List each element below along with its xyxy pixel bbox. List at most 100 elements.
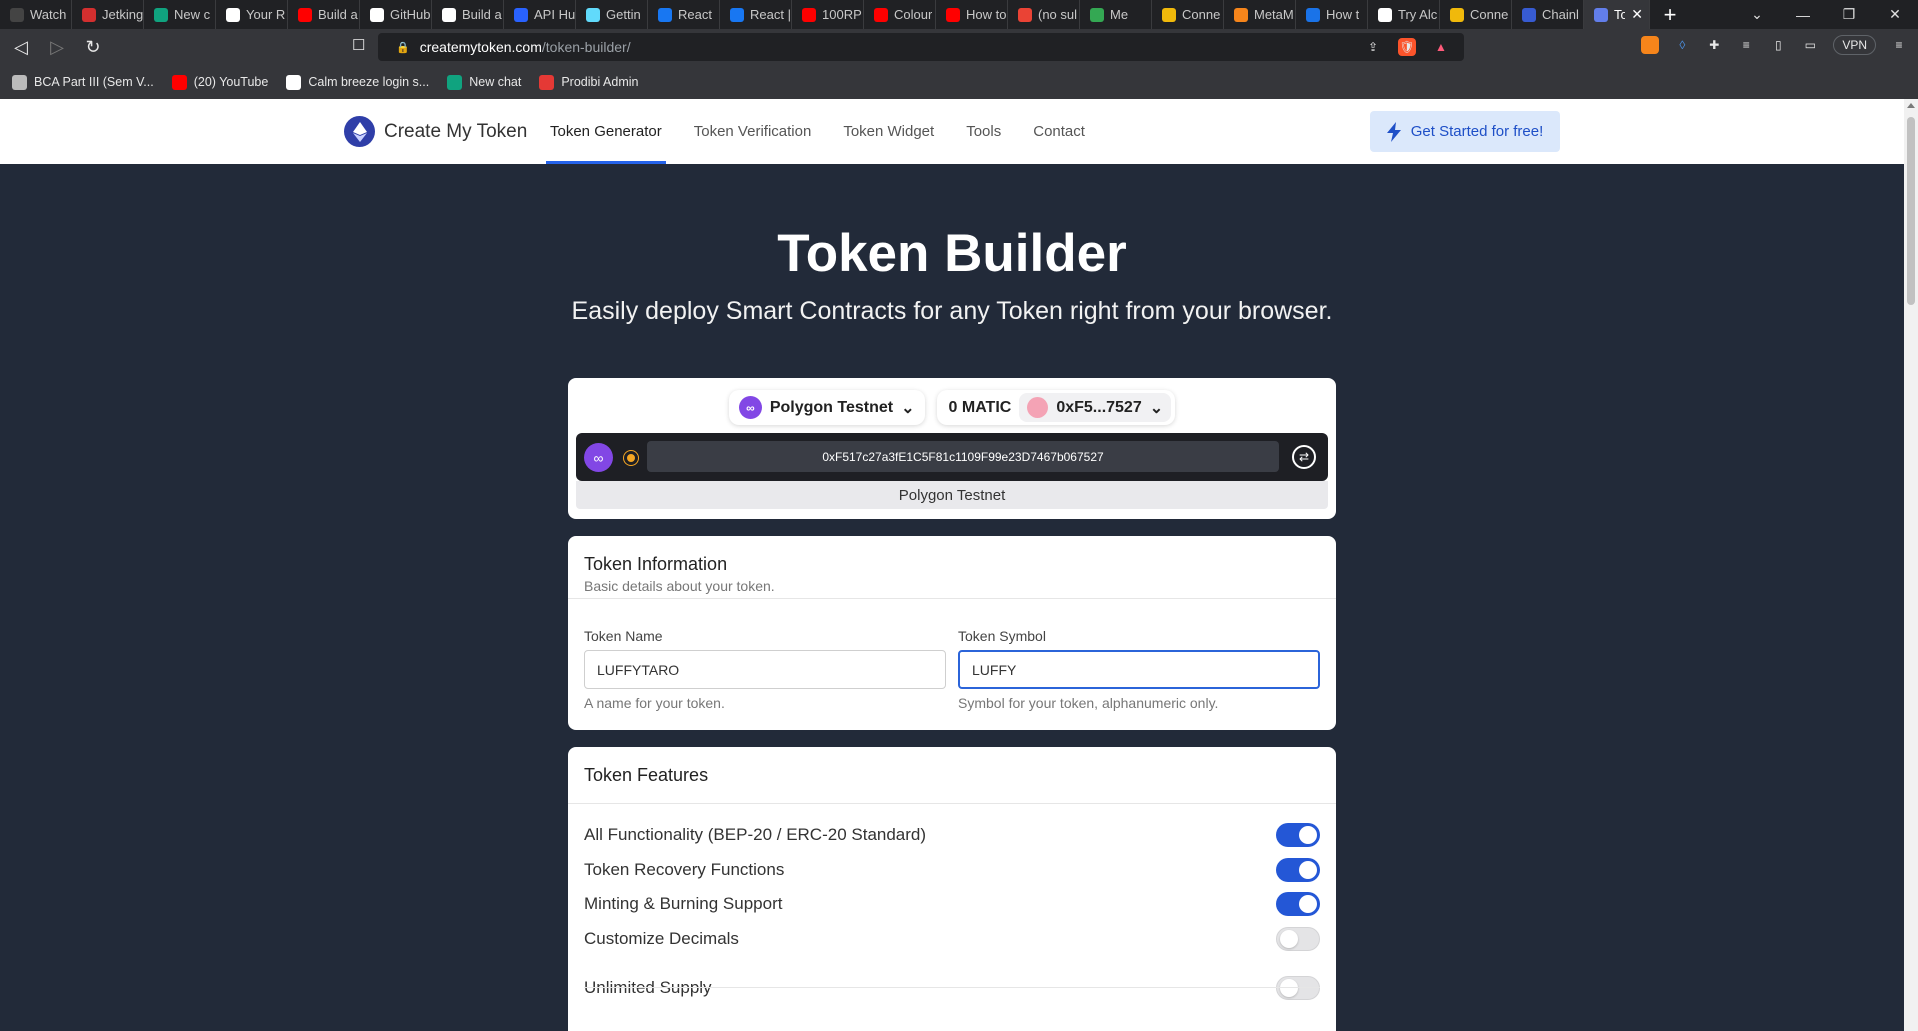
token-symbol-field: Token Symbol Symbol for your token, alph… xyxy=(958,628,1320,711)
feature-toggle[interactable] xyxy=(1276,892,1320,916)
restore-button[interactable]: ❐ xyxy=(1826,6,1872,23)
token-symbol-input[interactable] xyxy=(958,650,1320,689)
feature-toggle[interactable] xyxy=(1276,823,1320,847)
lock-icon: 🔒 xyxy=(396,41,410,54)
section-title: Token Information xyxy=(584,554,728,574)
tab-favicon-icon xyxy=(946,7,960,22)
switch-network-icon[interactable]: ⇄ xyxy=(1292,445,1316,469)
share-icon[interactable]: ⇪ xyxy=(1364,38,1382,56)
bookmark-item[interactable]: (20) YouTube xyxy=(171,74,268,90)
tab[interactable]: Build a xyxy=(432,0,504,29)
wallet-card: ∞ Polygon Testnet ⌄ 0 MATIC 0xF5...7527 … xyxy=(568,378,1336,519)
token-name-label: Token Name xyxy=(584,628,663,644)
scroll-up-icon[interactable] xyxy=(1907,103,1915,108)
tab-title: Conne xyxy=(1470,7,1509,22)
vpn-button[interactable]: VPN xyxy=(1833,35,1876,55)
account-chip[interactable]: 0xF5...7527 ⌄ xyxy=(1019,393,1172,422)
feature-label: Customize Decimals xyxy=(584,929,739,948)
tab[interactable]: MetaM xyxy=(1224,0,1296,29)
bookmark-item[interactable]: Calm breeze login s... xyxy=(286,74,429,90)
close-window-button[interactable]: ✕ xyxy=(1872,6,1918,23)
close-tab-icon[interactable]: ✕ xyxy=(1631,6,1649,23)
bookmark-item[interactable]: Prodibi Admin xyxy=(539,74,638,90)
tab-favicon-icon xyxy=(370,7,384,22)
bookmark-item[interactable]: BCA Part III (Sem V... xyxy=(12,74,154,90)
brave-shield-icon[interactable]: 🛡 xyxy=(1398,38,1416,56)
tab[interactable]: Try Alc xyxy=(1368,0,1440,29)
forward-button[interactable]: ▷ xyxy=(42,32,72,62)
page-scrollbar[interactable] xyxy=(1904,99,1918,1031)
wallet-drop-icon[interactable]: ◊ xyxy=(1673,36,1691,54)
tab[interactable]: Build a xyxy=(288,0,360,29)
tab[interactable]: New c xyxy=(144,0,216,29)
tab-title: Tol xyxy=(1614,7,1625,22)
tab[interactable]: Colour xyxy=(864,0,936,29)
wallet-icon[interactable]: ▭ xyxy=(1801,36,1819,54)
feature-toggle[interactable] xyxy=(1276,858,1320,882)
brave-rewards-icon[interactable]: ▲ xyxy=(1432,38,1450,56)
toggle-knob xyxy=(1299,861,1317,879)
tab-favicon-icon xyxy=(874,7,888,22)
tab-list: Watch Jetking New c Your R Build a GitHub Buil… xyxy=(0,0,1584,29)
tab[interactable]: Gettin xyxy=(576,0,648,29)
tab[interactable]: Your R xyxy=(216,0,288,29)
tab-favicon-icon xyxy=(1450,7,1464,22)
nav-link[interactable]: Contact xyxy=(1029,99,1089,164)
url-host: createmytoken.com xyxy=(419,39,542,55)
tab-title: (no sul xyxy=(1038,7,1078,22)
reload-button[interactable]: ↻ xyxy=(78,32,108,62)
tab[interactable]: How t xyxy=(1296,0,1368,29)
metamask-icon[interactable] xyxy=(1641,36,1660,54)
tab-title: Try Alc xyxy=(1398,7,1438,22)
toggle-knob xyxy=(1299,826,1317,844)
tab[interactable]: Chainl xyxy=(1512,0,1584,29)
tab[interactable]: 100RP xyxy=(792,0,864,29)
new-tab-button[interactable]: + xyxy=(1650,0,1690,29)
tab[interactable]: React xyxy=(648,0,720,29)
feature-toggle[interactable] xyxy=(1276,927,1320,951)
tab-favicon-icon xyxy=(442,7,456,22)
tab-favicon-icon xyxy=(1234,7,1248,22)
main-nav: Token Generator Token Verification Token W… xyxy=(546,99,1113,164)
balance: 0 MATIC xyxy=(948,398,1012,416)
tab-title: GitHub xyxy=(390,7,431,22)
minimize-button[interactable]: — xyxy=(1780,7,1826,23)
tab[interactable]: API Hu xyxy=(504,0,576,29)
tab-search-icon[interactable]: ⌄ xyxy=(1734,6,1780,23)
bookmark-label: BCA Part III (Sem V... xyxy=(34,75,154,89)
nav-link[interactable]: Token Widget xyxy=(839,99,938,164)
token-name-input[interactable] xyxy=(584,650,946,689)
tab[interactable]: (no sul xyxy=(1008,0,1080,29)
nav-link[interactable]: Token Generator xyxy=(546,99,666,164)
back-button[interactable]: ◁ xyxy=(6,32,36,62)
account-selector[interactable]: 0 MATIC 0xF5...7527 ⌄ xyxy=(936,390,1176,425)
feature-label: Unlimited Supply xyxy=(584,978,712,997)
scrollbar-thumb[interactable] xyxy=(1907,117,1915,305)
tab-favicon-icon xyxy=(1522,7,1536,22)
tab[interactable]: React | xyxy=(720,0,792,29)
tab[interactable]: Me xyxy=(1080,0,1152,29)
tab-active[interactable]: Tol ✕ xyxy=(1584,0,1650,29)
address-bar[interactable]: 🔒 createmytoken.com /token-builder/ ⇪ 🛡 … xyxy=(378,33,1464,61)
tab-favicon-icon xyxy=(298,7,312,22)
bookmark-item[interactable]: New chat xyxy=(447,74,521,90)
playlist-icon[interactable]: ≡ xyxy=(1737,36,1755,54)
lightning-icon xyxy=(1386,121,1401,142)
tab[interactable]: Conne xyxy=(1152,0,1224,29)
tab[interactable]: Conne xyxy=(1440,0,1512,29)
extensions-icon[interactable]: ✚ xyxy=(1705,36,1723,54)
tab-favicon-icon xyxy=(1162,7,1176,22)
brand-link[interactable]: Create My Token xyxy=(344,116,527,147)
tab[interactable]: How to xyxy=(936,0,1008,29)
tab[interactable]: GitHub xyxy=(360,0,432,29)
feature-toggle[interactable] xyxy=(1276,976,1320,1000)
nav-link[interactable]: Token Verification xyxy=(690,99,816,164)
sidebar-icon[interactable]: ▯ xyxy=(1769,36,1787,54)
tab[interactable]: Jetking xyxy=(72,0,144,29)
menu-icon[interactable]: ≡ xyxy=(1890,36,1908,54)
nav-link[interactable]: Tools xyxy=(962,99,1005,164)
network-selector[interactable]: ∞ Polygon Testnet ⌄ xyxy=(728,390,925,425)
bookmark-page-icon[interactable]: ☐ xyxy=(352,36,365,54)
get-started-button[interactable]: Get Started for free! xyxy=(1370,111,1560,152)
tab[interactable]: Watch xyxy=(0,0,72,29)
